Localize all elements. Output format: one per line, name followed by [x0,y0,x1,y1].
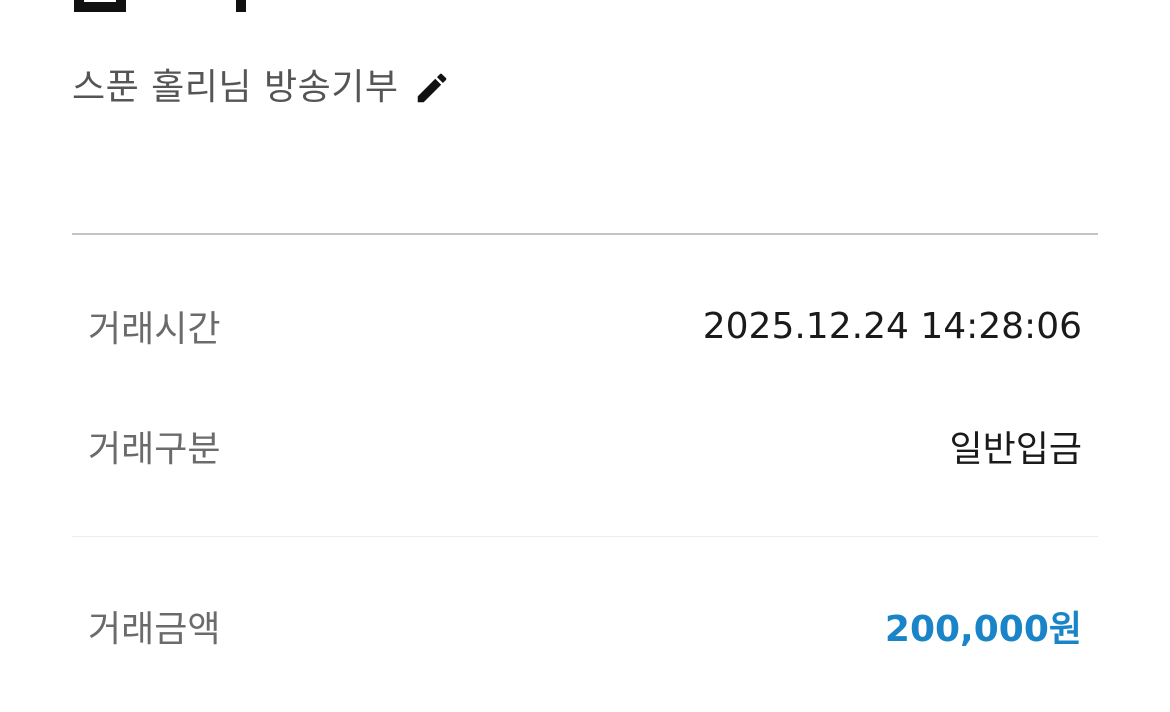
transaction-type-value: 일반입금 [949,429,1082,470]
transaction-type-row: 거래구분 일반입금 [88,418,1082,474]
transaction-time-value: 2025.12.24 14:28:06 [702,305,1082,347]
transaction-time-label: 거래시간 [88,309,221,350]
transaction-time-row: 거래시간 2025.12.24 14:28:06 [88,298,1082,354]
row-divider [72,536,1098,537]
memo-row: 스푼 홀리님 방송기부 [72,64,452,112]
pencil-icon [418,73,447,103]
edit-memo-button[interactable] [412,68,452,108]
section-divider [72,233,1098,235]
transaction-type-label: 거래구분 [88,429,221,470]
transaction-amount-value: 200,000원 [884,609,1082,650]
transaction-amount-label: 거래금액 [88,609,221,650]
memo-text: 스푼 홀리님 방송기부 [72,67,399,108]
title-glyph-fragment [236,0,246,12]
title-glyph-fragment [74,0,126,12]
transaction-amount-row: 거래금액 200,000원 [88,598,1082,654]
page-title-cropped [74,0,246,12]
transaction-detail-page: 스푼 홀리님 방송기부 거래시간 2025.12.24 14:28:06 거래구… [0,0,1170,712]
